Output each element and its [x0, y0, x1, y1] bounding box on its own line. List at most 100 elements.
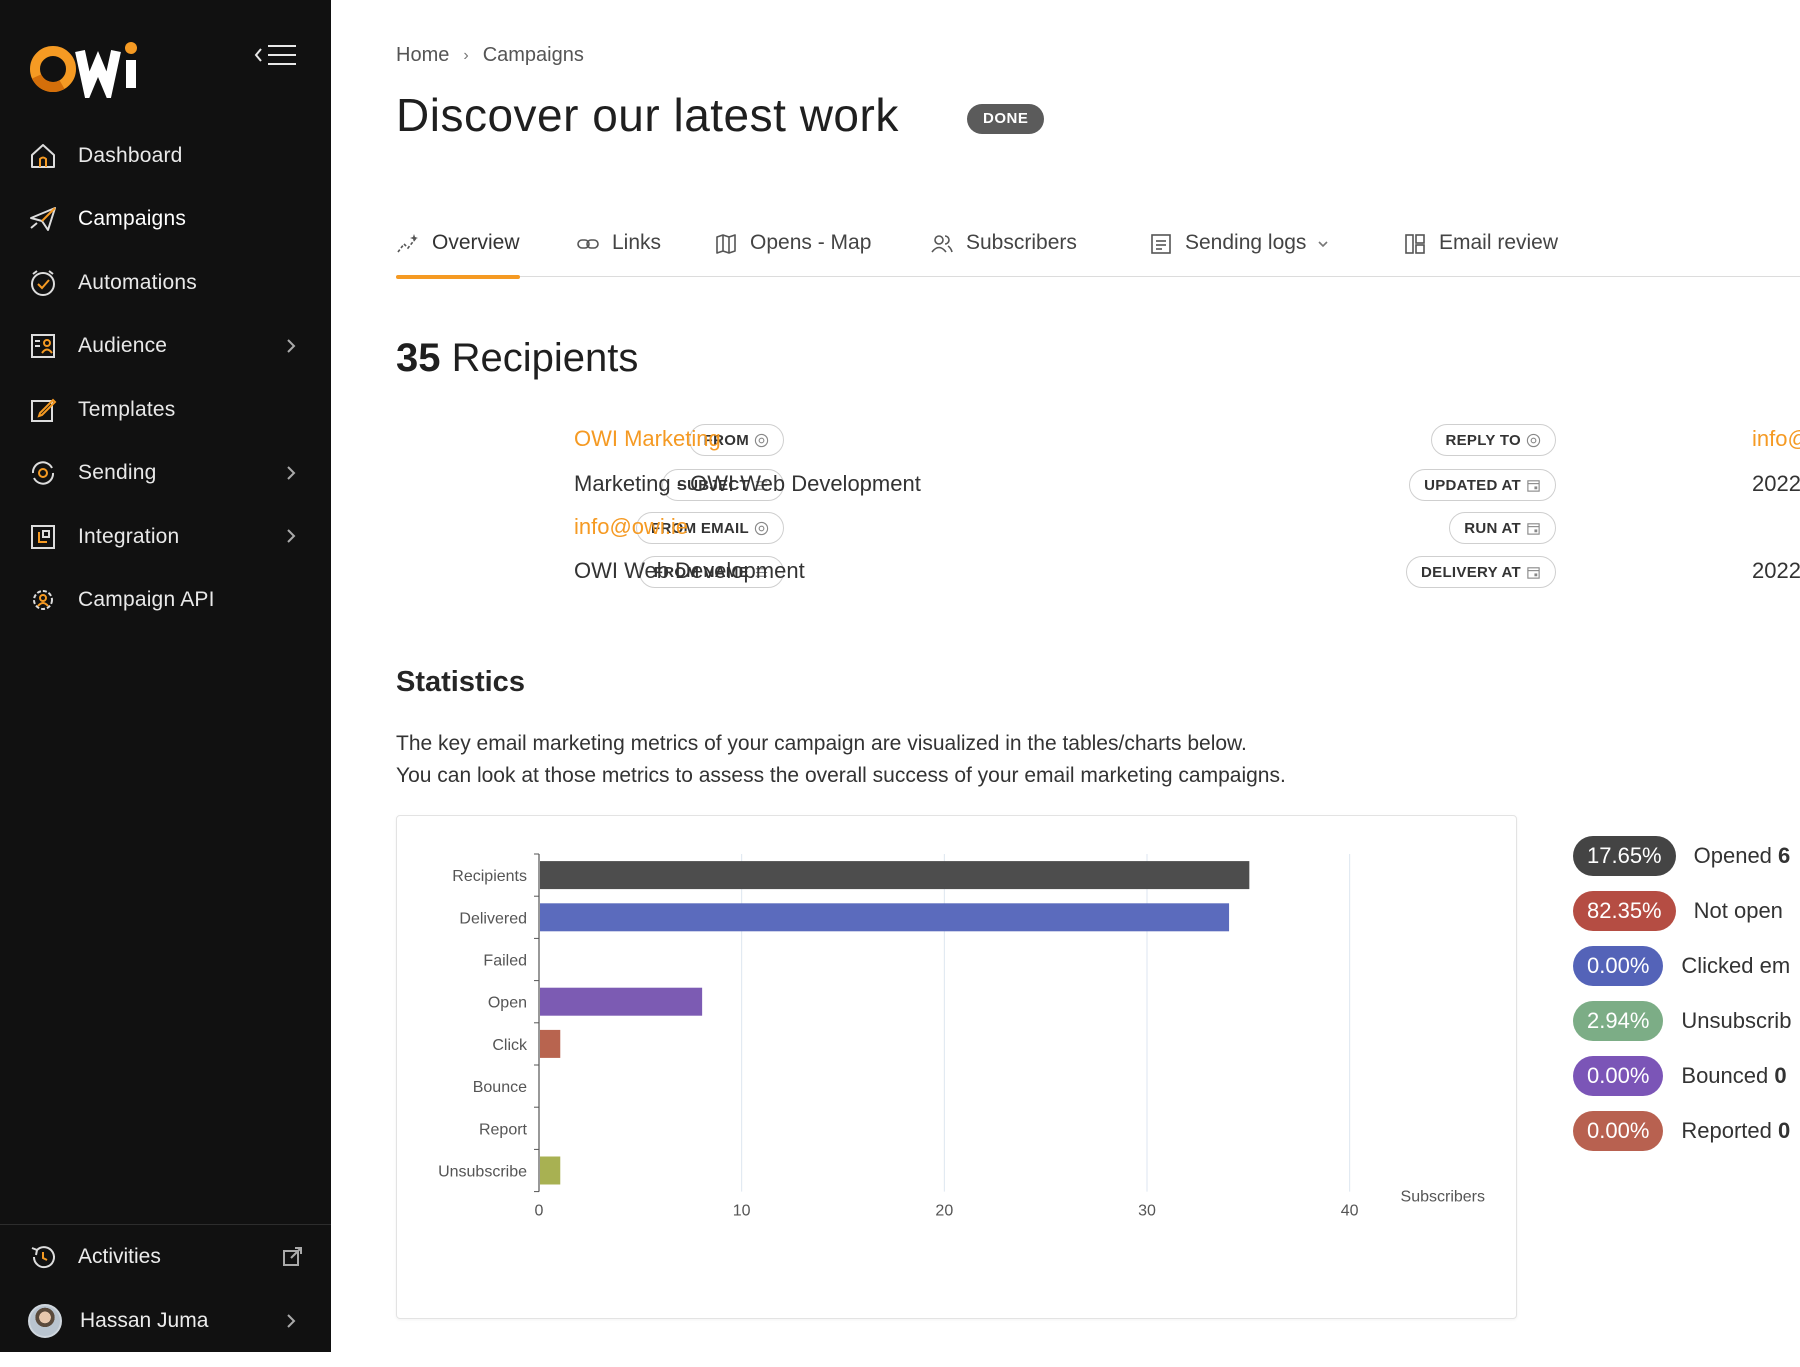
percentage-count: 0	[1778, 1117, 1791, 1143]
sidebar-item-sending[interactable]: Sending	[0, 442, 331, 506]
history-icon	[31, 1246, 55, 1269]
percentage-label: Clicked em	[1681, 952, 1791, 978]
sidebar-item-campaigns[interactable]: Campaigns	[0, 188, 331, 252]
bar-unsubscribe	[540, 1156, 561, 1185]
tab-links[interactable]: Links	[576, 225, 661, 277]
calendar-icon	[1527, 522, 1540, 535]
sidebar-item-campaign-api[interactable]: Campaign API	[0, 569, 331, 633]
sidebar-item-label: Campaign API	[78, 588, 215, 612]
sidebar-item-label: Campaigns	[78, 207, 187, 231]
sidebar-item-activities[interactable]: Activities	[0, 1225, 331, 1289]
statistics-desc-line: The key email marketing metrics of your …	[396, 732, 1247, 755]
sidebar-collapse-icon[interactable]	[254, 40, 298, 70]
x-tick-label: 40	[1341, 1203, 1359, 1220]
percentage-badge: 0.00%	[1573, 945, 1664, 986]
statistics-bar-chart: Recipients Delivered Failed Open Click Bounce…	[438, 853, 1485, 1220]
breadcrumb-separator-icon: ›	[463, 46, 469, 64]
y-tick-label: Bounce	[473, 1079, 527, 1096]
paper-plane-icon	[30, 207, 56, 232]
bar-recipients	[540, 861, 1250, 890]
sidebar-item-label: Sending	[78, 461, 157, 485]
breadcrumb-current[interactable]: Campaigns	[483, 44, 584, 67]
meta-tag-label: DELIVERY AT	[1421, 563, 1521, 581]
y-tick-label: Delivered	[459, 910, 527, 927]
percentage-row: 17.65% Opened 6	[1573, 828, 1800, 883]
gear-user-icon	[33, 590, 53, 611]
clock-check-icon	[31, 269, 55, 296]
tab-label: Overview	[432, 231, 520, 254]
users-icon	[931, 235, 953, 253]
status-badge: DONE	[967, 104, 1045, 134]
tab-label: Subscribers	[966, 231, 1077, 254]
y-tick-label: Report	[479, 1121, 528, 1138]
x-axis-label: Subscribers	[1401, 1189, 1485, 1206]
user-menu[interactable]: Hassan Juma	[0, 1289, 331, 1353]
breadcrumb: Home › Campaigns	[396, 44, 584, 67]
tab-label: Opens - Map	[750, 231, 872, 254]
chart-sparkle-icon	[397, 234, 418, 253]
sync-target-icon	[31, 461, 55, 485]
at-icon	[754, 433, 769, 447]
meta-tag-delivery-at: DELIVERY AT	[1406, 556, 1556, 588]
meta-value-reply-to[interactable]: info@	[1752, 426, 1800, 452]
x-tick-label: 30	[1138, 1203, 1156, 1220]
percentage-count: 6	[1778, 842, 1791, 868]
percentage-badge: 0.00%	[1573, 1055, 1664, 1096]
tab-sending-logs[interactable]: Sending logs	[1149, 225, 1330, 277]
calendar-icon	[1527, 566, 1540, 579]
recipients-count: 35	[396, 336, 441, 380]
y-tick-label: Recipients	[452, 868, 527, 885]
activities-label: Activities	[78, 1245, 161, 1268]
app-window: Dashboard Campaigns Automations Audience…	[0, 0, 1800, 1367]
percentage-badge: 0.00%	[1573, 1110, 1664, 1151]
meta-value-subject: Marketing - OWI Web Development	[574, 471, 921, 496]
breadcrumb-home[interactable]: Home	[396, 44, 449, 67]
sidebar-footer: Activities Hassan Juma	[0, 1224, 331, 1352]
chevron-right-icon	[287, 338, 296, 353]
calendar-icon	[1527, 479, 1540, 492]
y-tick-label: Failed	[483, 953, 527, 970]
recipients-label: Recipients	[451, 336, 639, 380]
meta-tag-label: RUN AT	[1464, 519, 1521, 537]
sidebar-item-label: Automations	[78, 270, 197, 294]
meta-value-from-email[interactable]: info@owi.ie	[574, 514, 688, 540]
percentage-badge: 2.94%	[1573, 1000, 1664, 1041]
tab-overview[interactable]: Overview	[396, 225, 520, 279]
map-icon	[716, 234, 736, 254]
list-document-icon	[1151, 234, 1171, 254]
avatar	[28, 1304, 62, 1338]
percentage-label: Reported 0	[1681, 1117, 1791, 1143]
tab-subscribers[interactable]: Subscribers	[930, 225, 1077, 277]
sidebar-item-integration[interactable]: Integration	[0, 505, 331, 569]
link-icon	[577, 239, 599, 249]
main-content: Home › Campaigns Discover our latest wor…	[331, 0, 1800, 1367]
external-link-icon[interactable]	[281, 1246, 303, 1268]
x-tick-label: 20	[935, 1203, 953, 1220]
tab-email-review[interactable]: Email review	[1403, 225, 1558, 277]
meta-tag-updated-at: UPDATED AT	[1409, 469, 1556, 501]
percentage-label: Not open	[1693, 897, 1783, 923]
sidebar-item-templates[interactable]: Templates	[0, 378, 331, 442]
owi-logo[interactable]	[28, 38, 178, 98]
edit-square-icon	[31, 398, 57, 422]
statistics-chart-card: Recipients Delivered Failed Open Click Bounce…	[396, 815, 1517, 1319]
sidebar-item-audience[interactable]: Audience	[0, 315, 331, 379]
y-tick-label: Click	[492, 1037, 528, 1054]
x-tick-label: 10	[733, 1203, 751, 1220]
percentage-row: 82.35% Not open	[1573, 883, 1800, 938]
tab-bar: Overview Links Opens - Map Subscribers S…	[396, 225, 1800, 279]
sidebar-item-dashboard[interactable]: Dashboard	[0, 124, 331, 188]
bar-delivered	[540, 903, 1230, 932]
meta-value-from[interactable]: OWI Marketing	[574, 426, 721, 452]
chevron-right-icon	[287, 465, 296, 480]
y-tick-label: Unsubscribe	[438, 1164, 527, 1181]
percentage-label: Unsubscrib	[1681, 1007, 1792, 1033]
percentage-row: 2.94% Unsubscrib	[1573, 993, 1800, 1048]
percentage-summary-list: 17.65% Opened 6 82.35% Not open 0.00% Clicke…	[1573, 828, 1800, 1158]
tab-opens-map[interactable]: Opens - Map	[714, 225, 871, 277]
meta-value-from-name: OWI Web Development	[574, 558, 805, 583]
sidebar-item-label: Dashboard	[78, 143, 183, 167]
bar-click	[540, 1029, 561, 1058]
sidebar-item-automations[interactable]: Automations	[0, 251, 331, 315]
at-icon	[1526, 433, 1541, 447]
